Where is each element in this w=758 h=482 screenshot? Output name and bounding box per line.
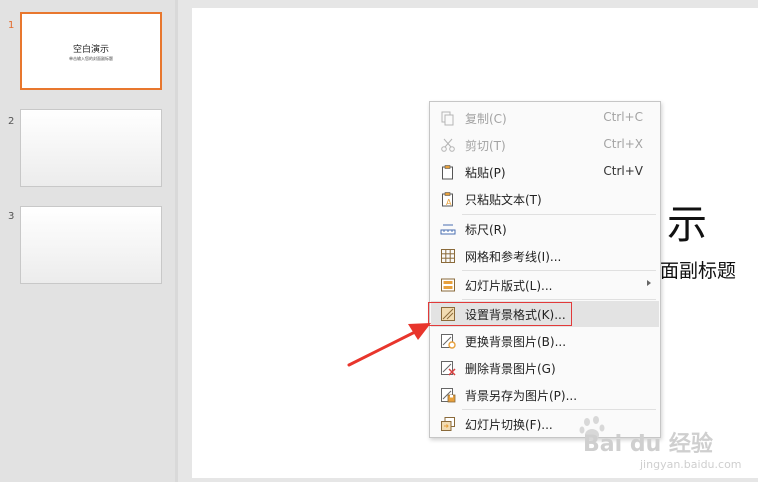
copy-icon <box>441 111 454 126</box>
slide-number-2: 2 <box>8 116 15 127</box>
menu-item-cut[interactable]: 剪切(T) Ctrl+X <box>431 132 659 158</box>
submenu-arrow-icon <box>647 280 651 286</box>
menu-item-delete-background-image[interactable]: 删除背景图片(G) <box>431 355 659 381</box>
pane-divider[interactable] <box>175 0 178 482</box>
menu-item-label: 复制(C) <box>465 112 507 126</box>
watermark-brand: Bai du 经验 <box>583 432 713 457</box>
svg-text:A: A <box>446 198 452 207</box>
slide-thumbnail-3[interactable] <box>20 206 162 284</box>
change-background-icon <box>441 334 456 349</box>
menu-item-label: 幻灯片切换(F)... <box>465 418 553 432</box>
transition-icon <box>441 417 455 431</box>
grid-icon <box>441 249 455 263</box>
menu-item-shortcut: Ctrl+X <box>603 137 643 151</box>
save-background-icon <box>441 388 456 403</box>
slide-thumbnail-title: 空白演示 <box>72 45 109 55</box>
menu-item-label: 粘贴(P) <box>465 166 506 180</box>
menu-separator <box>462 270 656 271</box>
paste-text-icon: A <box>442 192 453 207</box>
slide-number-1: 1 <box>8 20 15 31</box>
menu-item-label: 标尺(R) <box>465 223 507 237</box>
menu-item-change-background-image[interactable]: 更换背景图片(B)... <box>431 328 659 354</box>
annotation-arrow-icon <box>347 323 431 367</box>
menu-item-ruler[interactable]: 标尺(R) <box>431 216 659 242</box>
slide-subtitle-text[interactable]: 面副标题 <box>660 256 736 283</box>
menu-separator <box>462 299 656 300</box>
menu-separator <box>462 409 656 410</box>
delete-background-icon <box>441 361 456 376</box>
paste-icon <box>442 165 453 180</box>
menu-item-label: 只粘贴文本(T) <box>465 193 542 207</box>
menu-item-copy[interactable]: 复制(C) Ctrl+C <box>431 105 659 131</box>
context-menu: 复制(C) Ctrl+C 剪切(T) Ctrl+X 粘贴(P) Ctrl+V A… <box>429 101 661 438</box>
menu-item-grid-guides[interactable]: 网格和参考线(I)... <box>431 243 659 269</box>
highlight-box <box>428 302 572 326</box>
slide-number-3: 3 <box>8 211 15 222</box>
menu-item-slide-layout[interactable]: 幻灯片版式(L)... <box>431 272 659 298</box>
menu-item-label: 背景另存为图片(P)... <box>465 389 578 403</box>
menu-item-shortcut: Ctrl+V <box>603 164 643 178</box>
menu-item-label: 删除背景图片(G) <box>465 362 556 376</box>
menu-item-shortcut: Ctrl+C <box>603 110 643 124</box>
slide-thumbnail-subtitle: 单击输入您的封面副标题 <box>69 56 113 61</box>
cut-icon <box>441 138 455 152</box>
menu-separator <box>462 214 656 215</box>
menu-item-label: 网格和参考线(I)... <box>465 250 562 264</box>
slide-thumbnail-1[interactable]: 空白演示 单击输入您的封面副标题 <box>20 12 162 90</box>
layout-icon <box>441 278 455 292</box>
watermark-url: jingyan.baidu.com <box>640 458 742 471</box>
slide-thumbnail-2[interactable] <box>20 109 162 187</box>
menu-item-paste[interactable]: 粘贴(P) Ctrl+V <box>431 159 659 185</box>
menu-item-save-background-as-image[interactable]: 背景另存为图片(P)... <box>431 382 659 408</box>
ruler-icon <box>440 224 456 235</box>
menu-item-paste-text-only[interactable]: A 只粘贴文本(T) <box>431 186 659 212</box>
menu-item-label: 更换背景图片(B)... <box>465 335 567 349</box>
slide-title-text[interactable]: 示 <box>667 192 707 250</box>
menu-item-label: 幻灯片版式(L)... <box>465 279 553 293</box>
menu-item-label: 剪切(T) <box>465 139 506 153</box>
